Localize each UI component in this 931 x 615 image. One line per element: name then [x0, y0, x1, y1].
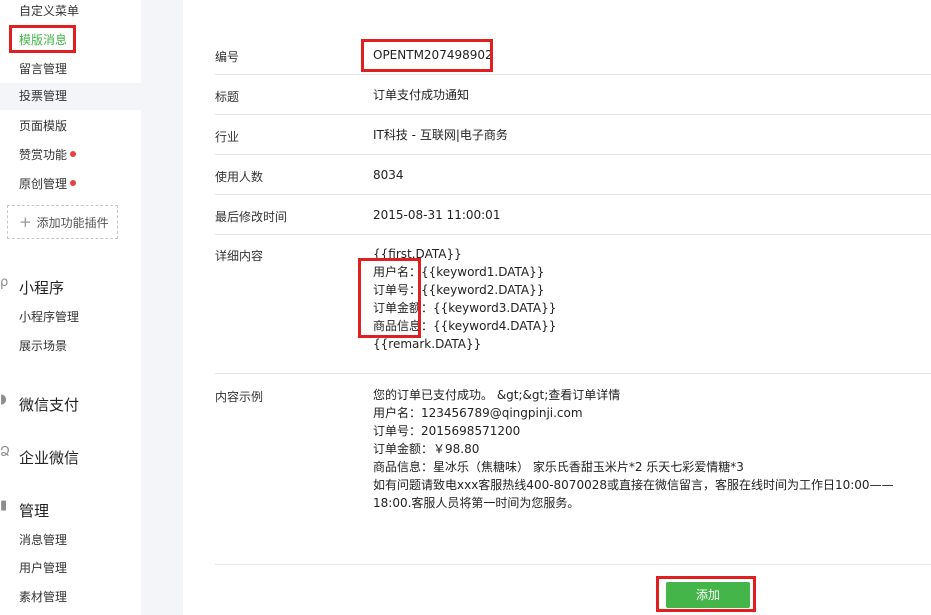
highlight-keywords [358, 258, 421, 338]
sidebar-item-custom-menu[interactable]: 自定义菜单 [19, 3, 79, 19]
sidebar: 自定义菜单 模版消息 留言管理 投票管理 页面模版 赞赏功能 原创管理 + 添加功… [0, 0, 141, 615]
industry-value: IT科技 - 互联网|电子商务 [373, 128, 508, 142]
example-line: 订单金额：￥98.80 [373, 442, 480, 456]
example-line: 商品信息：星冰乐（焦糖味） 家乐氏香甜玉米片*2 乐天七彩爱情糖*3 [373, 460, 744, 474]
sidebar-item-page-template[interactable]: 页面模版 [19, 118, 67, 134]
mini-program-icon: ρ [0, 275, 9, 290]
row-modified: 最后修改时间 2015-08-31 11:00:01 [215, 195, 931, 235]
id-label: 编号 [215, 50, 240, 64]
title-label: 标题 [215, 90, 240, 104]
sidebar-item-display-scene[interactable]: 展示场景 [19, 338, 67, 354]
sidebar-item-vote-management[interactable]: 投票管理 [0, 83, 141, 110]
row-id: 编号 OPENTM207498902 [215, 34, 931, 75]
highlight-add-button [656, 576, 756, 612]
sidebar-item-comment-management[interactable]: 留言管理 [19, 61, 67, 77]
users-value: 8034 [373, 168, 404, 182]
group-title: 管理 [19, 502, 50, 520]
modified-value: 2015-08-31 11:00:01 [373, 208, 501, 222]
divider [215, 564, 931, 565]
content-gutter [141, 0, 183, 615]
row-example: 内容示例 您的订单已支付成功。 &gt;&gt;查看订单详情 用户名：12345… [215, 374, 931, 524]
users-label: 使用人数 [215, 170, 264, 184]
sidebar-item-message-management[interactable]: 消息管理 [19, 532, 67, 548]
sidebar-item-mini-program-management[interactable]: 小程序管理 [19, 309, 79, 325]
title-value: 订单支付成功通知 [373, 88, 470, 102]
plus-icon: + [19, 213, 32, 231]
group-title: 微信支付 [19, 396, 80, 414]
group-mini-program[interactable]: ρ 小程序 [0, 273, 64, 298]
group-manage[interactable]: ▮ 管理 [0, 496, 49, 521]
example-label: 内容示例 [215, 390, 264, 404]
group-title: 小程序 [19, 279, 65, 297]
row-users: 使用人数 8034 [215, 155, 931, 195]
add-plugin-button[interactable]: + 添加功能插件 [7, 205, 118, 239]
modified-label: 最后修改时间 [215, 210, 288, 224]
group-wechat-pay[interactable]: ◗ 微信支付 [0, 390, 79, 415]
notice-dot [70, 180, 77, 186]
group-title: 企业微信 [19, 449, 80, 467]
example-line: 如有问题请致电xxx客服热线400-8070028或直接在微信留言，客服在线时间… [373, 478, 894, 492]
example-line: 您的订单已支付成功。 &gt;&gt;查看订单详情 [373, 388, 621, 402]
detail-label: 详细内容 [215, 249, 264, 263]
group-work-wechat[interactable]: Ձ 企业微信 [0, 443, 79, 468]
highlight-template-message [9, 25, 76, 53]
notice-dot [70, 151, 77, 157]
sidebar-item-label: 赞赏功能 [19, 148, 68, 162]
sidebar-item-reward[interactable]: 赞赏功能 [19, 147, 77, 163]
sidebar-item-original[interactable]: 原创管理 [19, 176, 77, 192]
industry-label: 行业 [215, 130, 240, 144]
template-detail-panel: 编号 OPENTM207498902 标题 订单支付成功通知 行业 IT科技 -… [183, 0, 931, 615]
manage-icon: ▮ [0, 498, 8, 513]
work-wechat-icon: Ձ [0, 445, 10, 460]
row-detail: 详细内容 {{first.DATA}} 用户名：{{keyword1.DATA}… [215, 235, 931, 374]
sidebar-item-label: 原创管理 [19, 177, 68, 191]
example-line: 订单号：2015698571200 [373, 424, 521, 438]
highlight-template-id [361, 39, 493, 72]
example-line: 18:00.客服人员将第一时间为您服务。 [373, 496, 580, 510]
row-industry: 行业 IT科技 - 互联网|电子商务 [215, 115, 931, 155]
example-line: 用户名：123456789@qingpinji.com [373, 406, 583, 420]
wechat-pay-icon: ◗ [0, 392, 7, 407]
row-title: 标题 订单支付成功通知 [215, 75, 931, 115]
sidebar-item-material-management[interactable]: 素材管理 [19, 589, 67, 605]
add-plugin-label: 添加功能插件 [36, 216, 109, 230]
sidebar-item-user-management[interactable]: 用户管理 [19, 560, 67, 576]
